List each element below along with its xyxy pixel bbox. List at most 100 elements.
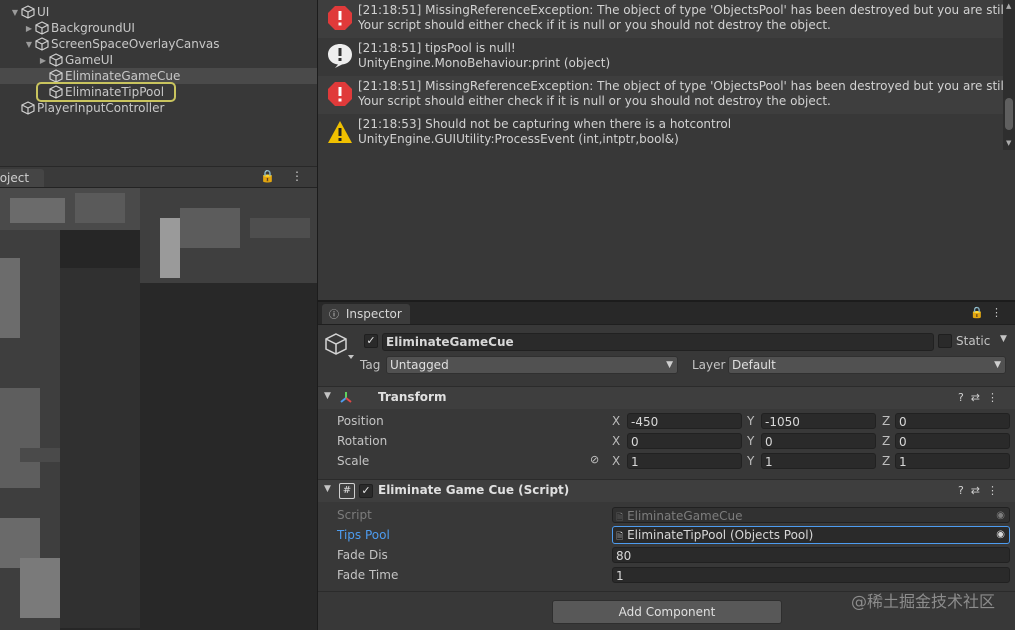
axis-z-label[interactable]: Z — [882, 454, 890, 468]
axis-y-label[interactable]: Y — [747, 434, 754, 448]
active-checkbox[interactable]: ✓ — [364, 334, 378, 348]
expanded-arrow-icon[interactable]: ▼ — [10, 8, 20, 17]
log-message: [21:18:51] tipsPool is null! — [358, 41, 516, 55]
gameobject-cube-icon — [21, 5, 35, 19]
hierarchy-item-label: UI — [37, 5, 50, 19]
console-entry[interactable]: [21:18:51] MissingReferenceException: Th… — [318, 76, 1015, 114]
hierarchy-item-label: ScreenSpaceOverlayCanvas — [51, 37, 220, 51]
hierarchy-item-ui[interactable]: ▼ UI — [0, 4, 327, 20]
ping-highlight-outline — [36, 82, 176, 102]
hierarchy-item-screenspaceoverlaycanvas[interactable]: ▼ ScreenSpaceOverlayCanvas — [0, 36, 341, 52]
log-detail: UnityEngine.MonoBehaviour:print (object) — [358, 56, 611, 70]
expanded-arrow-icon[interactable]: ▼ — [24, 40, 34, 49]
axis-z-label[interactable]: Z — [882, 434, 890, 448]
hierarchy-item-backgroundui[interactable]: ▶ BackgroundUI — [0, 20, 341, 36]
script-file-icon: 🗎 — [616, 532, 624, 542]
log-message: [21:18:51] MissingReferenceException: Th… — [358, 3, 1015, 17]
error-icon — [328, 82, 352, 106]
tab-label: Inspector — [345, 307, 402, 321]
layer-value: Default — [732, 358, 776, 372]
log-message: [21:18:53] Should not be capturing when … — [358, 117, 732, 131]
script-field-disabled: 🗎 EliminateGameCue ◉ — [612, 507, 1010, 523]
gameobject-cube-icon — [35, 21, 49, 35]
inspector-panel: ⓘ Inspector 🔒⋮ ✓ EliminateGameCue Static… — [318, 302, 1015, 630]
axis-x-label[interactable]: X — [612, 414, 620, 428]
watermark: @稀土掘金技术社区 — [850, 592, 995, 611]
object-picker-icon: ◉ — [996, 510, 1005, 521]
hierarchy-item-gameui[interactable]: ▶ GameUI — [0, 52, 355, 68]
foldout-arrow-icon[interactable]: ▼ — [324, 484, 331, 494]
rotation-y-field[interactable]: 0 — [761, 433, 876, 449]
gameobject-cube-icon — [49, 69, 63, 83]
tag-label: Tag — [360, 358, 381, 372]
fade-time-label[interactable]: Fade Time — [337, 568, 398, 582]
project-header: Project 🔒 ⋮ — [0, 167, 317, 188]
collapsed-arrow-icon[interactable]: ▶ — [38, 56, 48, 65]
rotation-label[interactable]: Rotation — [337, 434, 387, 448]
gameobject-cube-icon — [49, 53, 63, 67]
layer-label: Layer — [692, 358, 726, 372]
dropdown-arrow-icon: ▼ — [666, 360, 673, 370]
scale-x-field[interactable]: 1 — [627, 453, 742, 469]
tips-pool-object-field[interactable]: 🗎 EliminateTipPool (Objects Pool) ◉ — [612, 526, 1010, 544]
axis-z-label[interactable]: Z — [882, 414, 890, 428]
layer-dropdown[interactable]: Default ▼ — [728, 356, 1006, 374]
position-label[interactable]: Position — [337, 414, 384, 428]
console-scrollbar[interactable]: ▲ ▼ — [1003, 0, 1015, 150]
axis-x-label[interactable]: X — [612, 454, 620, 468]
gameobject-cube-icon[interactable] — [324, 332, 354, 360]
scale-y-field[interactable]: 1 — [761, 453, 876, 469]
tips-pool-value: EliminateTipPool (Objects Pool) — [627, 528, 814, 542]
static-checkbox[interactable] — [938, 334, 952, 348]
transform-component-header[interactable]: ▼ Transform ?⇄⋮ — [318, 386, 1015, 409]
project-body-pixelated — [0, 188, 317, 630]
add-component-button[interactable]: Add Component — [552, 600, 782, 624]
object-name-field[interactable]: EliminateGameCue — [382, 333, 934, 351]
console-entry[interactable]: [21:18:51] tipsPool is null! UnityEngine… — [318, 38, 1003, 76]
dropdown-arrow-icon: ▼ — [994, 360, 1001, 370]
scrollbar-thumb[interactable] — [1005, 98, 1013, 130]
hierarchy-item-playerinputcontroller[interactable]: PlayerInputController — [0, 100, 327, 116]
error-icon — [328, 6, 352, 30]
scroll-down-icon[interactable]: ▼ — [1006, 139, 1011, 147]
scale-label[interactable]: Scale — [337, 454, 369, 468]
scale-z-field[interactable]: 1 — [895, 453, 1010, 469]
axis-y-label[interactable]: Y — [747, 414, 754, 428]
hierarchy-item-label: GameUI — [65, 53, 114, 67]
console-entry[interactable]: [21:18:53] Should not be capturing when … — [318, 114, 1003, 150]
collapsed-arrow-icon[interactable]: ▶ — [24, 24, 34, 33]
script-component-header[interactable]: ▼ # ✓ Eliminate Game Cue (Script) ?⇄⋮ — [318, 479, 1015, 502]
foldout-arrow-icon[interactable]: ▼ — [324, 391, 331, 401]
chevron-down-icon[interactable]: ▼ — [1000, 334, 1007, 344]
position-x-field[interactable]: -450 — [627, 413, 742, 429]
position-z-field[interactable]: 0 — [895, 413, 1010, 429]
gameobject-cube-icon — [35, 37, 49, 51]
log-detail: Your script should either check if it is… — [358, 18, 831, 32]
console-entry[interactable]: [21:18:51] MissingReferenceException: Th… — [318, 0, 1015, 38]
hierarchy-item-label: EliminateGameCue — [65, 69, 181, 83]
tag-dropdown[interactable]: Untagged ▼ — [386, 356, 678, 374]
rotation-x-field[interactable]: 0 — [627, 433, 742, 449]
component-tools-icons[interactable]: ?⇄⋮ — [958, 391, 1005, 404]
constrain-proportions-link-icon[interactable]: ⊘ — [590, 453, 599, 466]
static-label: Static — [956, 334, 991, 348]
tab-inspector[interactable]: ⓘ Inspector — [322, 304, 410, 324]
fade-dis-field[interactable]: 80 — [612, 547, 1010, 563]
fade-time-field[interactable]: 1 — [612, 567, 1010, 583]
rotation-z-field[interactable]: 0 — [895, 433, 1010, 449]
axis-y-label[interactable]: Y — [747, 454, 754, 468]
tab-project[interactable]: Project — [0, 169, 44, 187]
lock-menu-icons[interactable]: 🔒 ⋮ — [260, 169, 309, 183]
axis-x-label[interactable]: X — [612, 434, 620, 448]
component-enabled-checkbox[interactable]: ✓ — [359, 484, 373, 498]
scroll-up-icon[interactable]: ▲ — [1006, 2, 1011, 10]
position-y-field[interactable]: -1050 — [761, 413, 876, 429]
hierarchy-panel: ▼ UI ▶ BackgroundUI ▼ ScreenSpaceOverlay… — [0, 0, 355, 166]
script-component-title: Eliminate Game Cue (Script) — [378, 483, 570, 497]
fade-dis-label[interactable]: Fade Dis — [337, 548, 388, 562]
object-picker-icon[interactable]: ◉ — [996, 527, 1005, 543]
inspector-header: ⓘ Inspector 🔒⋮ — [318, 302, 1015, 325]
lock-menu-icons[interactable]: 🔒⋮ — [970, 306, 1009, 319]
info-icon — [328, 44, 352, 68]
component-tools-icons[interactable]: ?⇄⋮ — [958, 484, 1005, 497]
